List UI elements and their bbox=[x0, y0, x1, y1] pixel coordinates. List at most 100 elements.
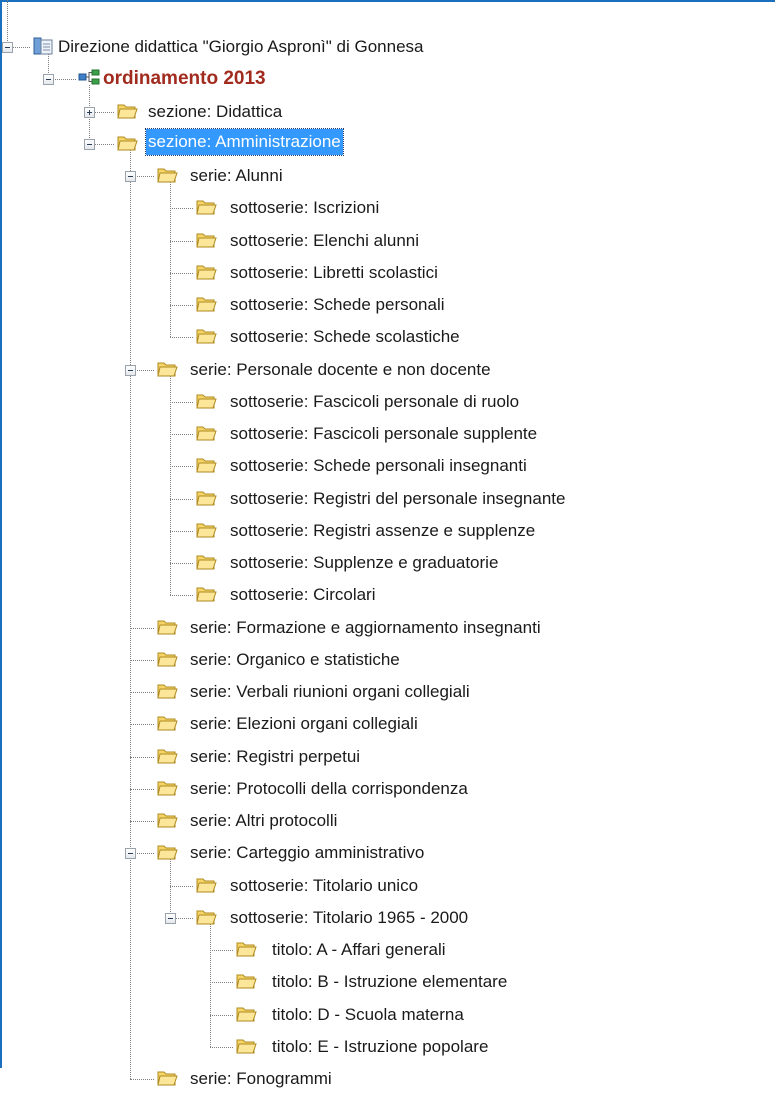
expand-toggle-icon[interactable] bbox=[84, 106, 95, 118]
collapse-toggle-icon[interactable] bbox=[125, 848, 136, 860]
tree-node-label[interactable]: sottoserie: Fascicoli personale di ruolo bbox=[230, 387, 519, 417]
hierarchy-icon bbox=[78, 68, 100, 88]
tree-node-label[interactable]: sottoserie: Elenchi alunni bbox=[230, 226, 419, 256]
tree-node-label[interactable]: serie: Protocolli della corrispondenza bbox=[190, 774, 468, 804]
tree-connector-line bbox=[130, 627, 154, 629]
tree-node-label[interactable]: titolo: A - Affari generali bbox=[272, 935, 446, 965]
folder-icon bbox=[195, 907, 217, 927]
folder-icon bbox=[195, 294, 217, 314]
folder-icon bbox=[116, 133, 138, 153]
tree-node-label[interactable]: serie: Personale docente e non docente bbox=[190, 355, 491, 385]
tree-node-label[interactable]: serie: Verbali riunioni organi collegial… bbox=[190, 677, 470, 707]
tree-node-label[interactable]: sottoserie: Registri del personale inseg… bbox=[230, 484, 565, 514]
folder-icon bbox=[195, 326, 217, 346]
tree-node-label[interactable]: sottoserie: Schede personali insegnanti bbox=[230, 451, 527, 481]
tree-connector-line bbox=[130, 724, 154, 726]
tree-connector-line bbox=[130, 149, 131, 1079]
folder-icon bbox=[156, 778, 178, 798]
tree-node-label[interactable]: sottoserie: Circolari bbox=[230, 580, 376, 610]
folder-icon bbox=[156, 617, 178, 637]
tree-node-label[interactable]: serie: Altri protocolli bbox=[190, 806, 337, 836]
tree-connector-line bbox=[170, 182, 171, 338]
folder-icon bbox=[195, 552, 217, 572]
tree-connector-line bbox=[170, 401, 193, 403]
folder-icon bbox=[156, 842, 178, 862]
collapse-toggle-icon[interactable] bbox=[43, 74, 54, 86]
tree-connector-line bbox=[7, 0, 8, 41]
folder-icon bbox=[156, 713, 178, 733]
database-icon bbox=[32, 36, 54, 56]
folder-icon bbox=[156, 359, 178, 379]
folder-icon bbox=[195, 875, 217, 895]
tree-node-label[interactable]: sottoserie: Schede personali bbox=[230, 290, 445, 320]
tree-connector-line bbox=[170, 337, 193, 339]
tree-node-label[interactable]: sezione: Didattica bbox=[148, 97, 282, 127]
collapse-toggle-icon[interactable] bbox=[125, 364, 136, 376]
tree-connector-line bbox=[130, 788, 154, 790]
tree-node-label[interactable]: titolo: D - Scuola materna bbox=[272, 1000, 464, 1030]
tree-connector-line bbox=[170, 595, 193, 597]
tree-node-label[interactable]: sottoserie: Registri assenze e supplenze bbox=[230, 516, 535, 546]
tree-node-label[interactable]: titolo: E - Istruzione popolare bbox=[272, 1032, 488, 1062]
collapse-toggle-icon[interactable] bbox=[2, 42, 13, 53]
tree-connector-line bbox=[170, 498, 193, 500]
tree-connector-line bbox=[130, 692, 154, 693]
folder-icon bbox=[195, 520, 217, 540]
folder-icon bbox=[195, 584, 217, 604]
folder-icon bbox=[235, 939, 257, 959]
tree-connector-line bbox=[130, 1079, 154, 1080]
tree-connector-line bbox=[130, 821, 154, 822]
tree-node-label[interactable]: serie: Organico e statistiche bbox=[190, 645, 400, 675]
collapse-toggle-icon[interactable] bbox=[165, 912, 176, 924]
folder-icon bbox=[156, 746, 178, 766]
folder-icon bbox=[195, 230, 217, 250]
tree-node-label[interactable]: sottoserie: Titolario unico bbox=[230, 871, 418, 901]
collapse-toggle-icon[interactable] bbox=[125, 171, 136, 182]
folder-icon bbox=[195, 488, 217, 508]
tree-node-label[interactable]: ordinamento 2013 bbox=[103, 64, 266, 94]
tree-connector-line bbox=[210, 1014, 233, 1016]
folder-icon bbox=[195, 197, 217, 217]
folder-icon bbox=[156, 649, 178, 669]
tree-connector-line bbox=[210, 982, 233, 984]
folder-icon bbox=[156, 681, 178, 701]
tree-node-label[interactable]: sottoserie: Libretti scolastici bbox=[230, 258, 438, 288]
tree-connector-line bbox=[170, 208, 193, 210]
tree-connector-line bbox=[170, 563, 193, 564]
tree-connector-line bbox=[170, 466, 193, 468]
collapse-toggle-icon[interactable] bbox=[84, 138, 95, 150]
tree-connector-line bbox=[170, 434, 193, 435]
tree-connector-line bbox=[210, 1046, 233, 1048]
folder-icon bbox=[195, 391, 217, 411]
tree-connector-line bbox=[130, 756, 154, 758]
tree-connector-line bbox=[210, 950, 233, 951]
tree-connector-line bbox=[170, 240, 193, 242]
tree-connector-line bbox=[170, 859, 171, 918]
tree-node-label[interactable]: serie: Formazione e aggiornamento insegn… bbox=[190, 613, 541, 643]
tree-node-label[interactable]: sottoserie: Supplenze e graduatorie bbox=[230, 548, 498, 578]
folder-icon bbox=[195, 262, 217, 282]
tree-node-label[interactable]: titolo: B - Istruzione elementare bbox=[272, 967, 507, 997]
tree-node-label[interactable]: sezione: Amministrazione bbox=[145, 127, 344, 156]
tree-node-label[interactable]: serie: Elezioni organi collegiali bbox=[190, 709, 418, 739]
tree-node-label[interactable]: sottoserie: Fascicoli personale supplent… bbox=[230, 419, 537, 449]
tree-node-label[interactable]: sottoserie: Titolario 1965 - 2000 bbox=[230, 903, 468, 933]
archive-tree[interactable]: Direzione didattica "Giorgio Aspronì" di… bbox=[0, 0, 775, 1088]
tree-connector-line bbox=[210, 923, 211, 1047]
folder-icon bbox=[116, 101, 138, 121]
folder-icon bbox=[156, 1068, 178, 1088]
folder-icon bbox=[235, 1004, 257, 1024]
tree-node-label[interactable]: sottoserie: Iscrizioni bbox=[230, 193, 379, 223]
tree-node-label[interactable]: serie: Registri perpetui bbox=[190, 742, 360, 772]
tree-connector-line bbox=[170, 272, 193, 274]
tree-node-label[interactable]: serie: Fonogrammi bbox=[190, 1064, 332, 1094]
folder-icon bbox=[235, 971, 257, 991]
folder-icon bbox=[195, 423, 217, 443]
folder-icon bbox=[235, 1036, 257, 1056]
tree-node-label[interactable]: serie: Alunni bbox=[190, 161, 283, 191]
tree-connector-line bbox=[170, 530, 193, 532]
tree-node-label[interactable]: sottoserie: Schede scolastiche bbox=[230, 322, 460, 352]
tree-node-label[interactable]: serie: Carteggio amministrativo bbox=[190, 838, 424, 868]
tree-node-label[interactable]: Direzione didattica "Giorgio Aspronì" di… bbox=[58, 32, 424, 62]
folder-icon bbox=[156, 165, 178, 185]
